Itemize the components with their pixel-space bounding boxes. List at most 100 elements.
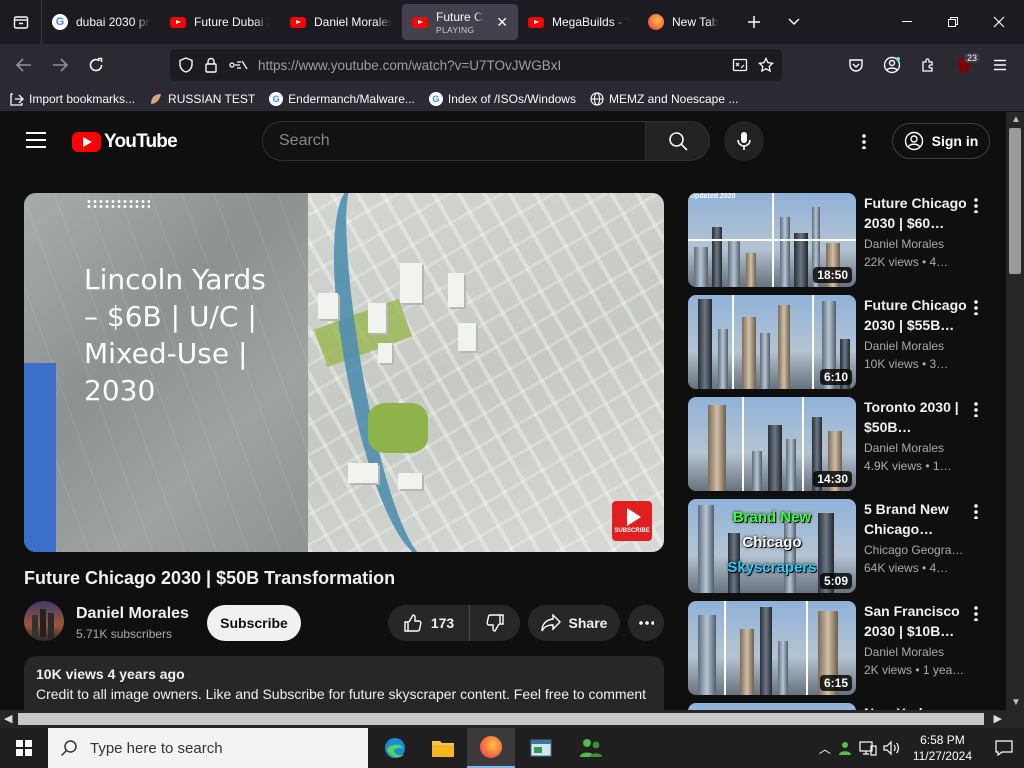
related-video-title[interactable]: Future Chicago 2030 | $60…	[864, 193, 968, 233]
minimize-button[interactable]	[884, 0, 930, 44]
scroll-down-icon[interactable]: ▼	[1011, 697, 1021, 708]
tab-megabuilds[interactable]: MegaBuilds - Y	[518, 0, 638, 44]
video-title: Future Chicago 2030 | $50B Transformatio…	[24, 568, 396, 588]
related-video[interactable]: 14:30 Toronto 2030 | $50B… Daniel Morale…	[688, 397, 988, 491]
video-thumbnail[interactable]: Brand New Chicago Skyscrapers 5:09	[688, 499, 856, 593]
related-video-title[interactable]: San Francisco 2030 | $10B…	[864, 601, 968, 641]
app-menu-button[interactable]	[982, 49, 1018, 81]
more-vertical-icon	[974, 605, 978, 621]
people-app[interactable]	[567, 728, 615, 768]
ublock-button[interactable]: 23	[946, 49, 982, 81]
pocket-button[interactable]	[838, 49, 874, 81]
related-more-button[interactable]	[972, 299, 980, 315]
scroll-up-icon[interactable]: ▲	[1011, 114, 1021, 125]
related-video-channel[interactable]: Chicago Geograp…	[864, 543, 968, 557]
guide-menu-icon[interactable]	[26, 132, 46, 148]
edge-app[interactable]	[371, 728, 419, 768]
taskbar-search[interactable]: Type here to search	[48, 728, 368, 768]
list-all-tabs-button[interactable]	[0, 0, 42, 44]
start-button[interactable]	[0, 728, 48, 768]
related-video-meta: 64K views • 4…	[864, 561, 949, 575]
tab-new-tab[interactable]: New Tab	[638, 0, 734, 44]
related-video[interactable]: 6:15 San Francisco 2030 | $10B… Daniel M…	[688, 601, 988, 695]
share-button[interactable]: Share	[528, 605, 620, 641]
video-thumbnail[interactable]: 14:30	[688, 397, 856, 491]
related-more-button[interactable]	[972, 503, 980, 519]
volume-icon[interactable]	[883, 740, 901, 756]
subscribe-button[interactable]: Subscribe	[207, 605, 301, 641]
related-more-button[interactable]	[972, 605, 980, 621]
bookmark-endermanch[interactable]: G Endermanch/Malware...	[269, 91, 415, 106]
bookmark-isos[interactable]: G Index of /ISOs/Windows	[428, 91, 576, 106]
scroll-left-icon[interactable]: ◀	[4, 712, 12, 725]
file-explorer-app[interactable]	[419, 728, 467, 768]
account-button[interactable]	[874, 49, 910, 81]
related-video-channel[interactable]: Daniel Morales	[864, 645, 968, 659]
horizontal-scroll-thumb[interactable]	[18, 713, 984, 725]
globe-icon	[590, 91, 604, 106]
permissions-icon[interactable]	[228, 57, 248, 73]
video-thumbnail[interactable]: 6:15	[688, 601, 856, 695]
scroll-right-icon[interactable]: ▶	[994, 712, 1002, 725]
related-video-title[interactable]: Toronto 2030 | $50B…	[864, 397, 968, 437]
search-input[interactable]: Search	[262, 121, 646, 161]
voice-search-button[interactable]	[724, 121, 764, 161]
related-video-title[interactable]: 5 Brand New Chicago…	[864, 499, 968, 539]
channel-name[interactable]: Daniel Morales	[76, 605, 189, 623]
related-video-title[interactable]: Future Chicago 2030 | $55B…	[864, 295, 968, 335]
subscribe-watermark[interactable]: SUBSCRIBE	[612, 501, 652, 541]
more-actions-button[interactable]	[628, 605, 664, 641]
related-video-channel[interactable]: Daniel Morales	[864, 339, 968, 353]
lock-icon[interactable]	[204, 57, 218, 73]
related-more-button[interactable]	[972, 401, 980, 417]
bookmark-import[interactable]: Import bookmarks...	[10, 92, 135, 106]
sign-in-button[interactable]: Sign in	[892, 123, 990, 159]
vertical-scrollbar[interactable]: ▲ ▼	[1006, 112, 1024, 710]
tab-future-dubai[interactable]: Future Dubai 2	[160, 0, 280, 44]
related-more-button[interactable]	[972, 197, 980, 213]
bookmark-russian-test[interactable]: RUSSIAN TEST	[149, 92, 255, 106]
video-player[interactable]: Lincoln Yards – $6B | U/C | Mixed-Use | …	[24, 193, 664, 552]
related-video[interactable]: Brand New Chicago Skyscrapers 5:09 5 Bra…	[688, 499, 988, 593]
network-icon[interactable]	[859, 740, 877, 756]
shield-icon[interactable]	[178, 57, 194, 73]
bookmark-memz[interactable]: MEMZ and Noescape ...	[590, 92, 738, 106]
tab-daniel-morales[interactable]: Daniel Morales	[280, 0, 402, 44]
like-count: 173	[430, 615, 455, 631]
show-hidden-icons-icon[interactable]: ︿	[819, 740, 831, 757]
close-tab-icon[interactable]: ✕	[496, 14, 508, 31]
new-tab-button[interactable]	[734, 0, 774, 44]
user-tray-icon[interactable]	[837, 740, 853, 756]
app-window-icon[interactable]	[517, 728, 565, 768]
firefox-app[interactable]	[467, 728, 515, 768]
tab-dubai-2030[interactable]: G dubai 2030 pro	[42, 0, 160, 44]
vertical-scroll-thumb[interactable]	[1009, 128, 1021, 274]
related-video-channel[interactable]: Daniel Morales	[864, 441, 968, 455]
restore-button[interactable]	[930, 0, 976, 44]
related-video-channel[interactable]: Daniel Morales	[864, 237, 968, 251]
like-button[interactable]: 173	[388, 605, 470, 641]
tab-list-icon	[13, 16, 28, 29]
settings-more-button[interactable]	[852, 129, 876, 153]
back-button[interactable]	[6, 49, 42, 81]
search-button[interactable]	[646, 121, 710, 161]
reader-view-icon[interactable]	[732, 57, 748, 73]
tab-future-chicago-active[interactable]: Future Chica PLAYING ✕	[402, 4, 518, 40]
bookmark-star-icon[interactable]	[758, 57, 774, 73]
video-thumbnail[interactable]: 6:10	[688, 295, 856, 389]
forward-button[interactable]	[42, 49, 78, 81]
related-video[interactable]: Updated 2020 18:50 Future Chicago 2030 |…	[688, 193, 988, 287]
related-video[interactable]: 6:10 Future Chicago 2030 | $55B… Daniel …	[688, 295, 988, 389]
extensions-button[interactable]	[910, 49, 946, 81]
tab-overflow-button[interactable]	[774, 0, 814, 44]
channel-avatar[interactable]	[24, 601, 64, 641]
clock[interactable]: 6:58 PM 11/27/2024	[907, 732, 978, 764]
address-bar[interactable]: https://www.youtube.com/watch?v=U7TOvJWG…	[170, 49, 782, 81]
video-thumbnail[interactable]: Updated 2020 18:50	[688, 193, 856, 287]
youtube-logo[interactable]: YouTube	[72, 131, 178, 153]
horizontal-scrollbar[interactable]: ◀ ▶	[0, 710, 1006, 728]
reload-button[interactable]	[78, 49, 114, 81]
close-window-button[interactable]	[976, 0, 1022, 44]
notifications-button[interactable]	[984, 728, 1024, 768]
dislike-button[interactable]	[470, 605, 520, 641]
